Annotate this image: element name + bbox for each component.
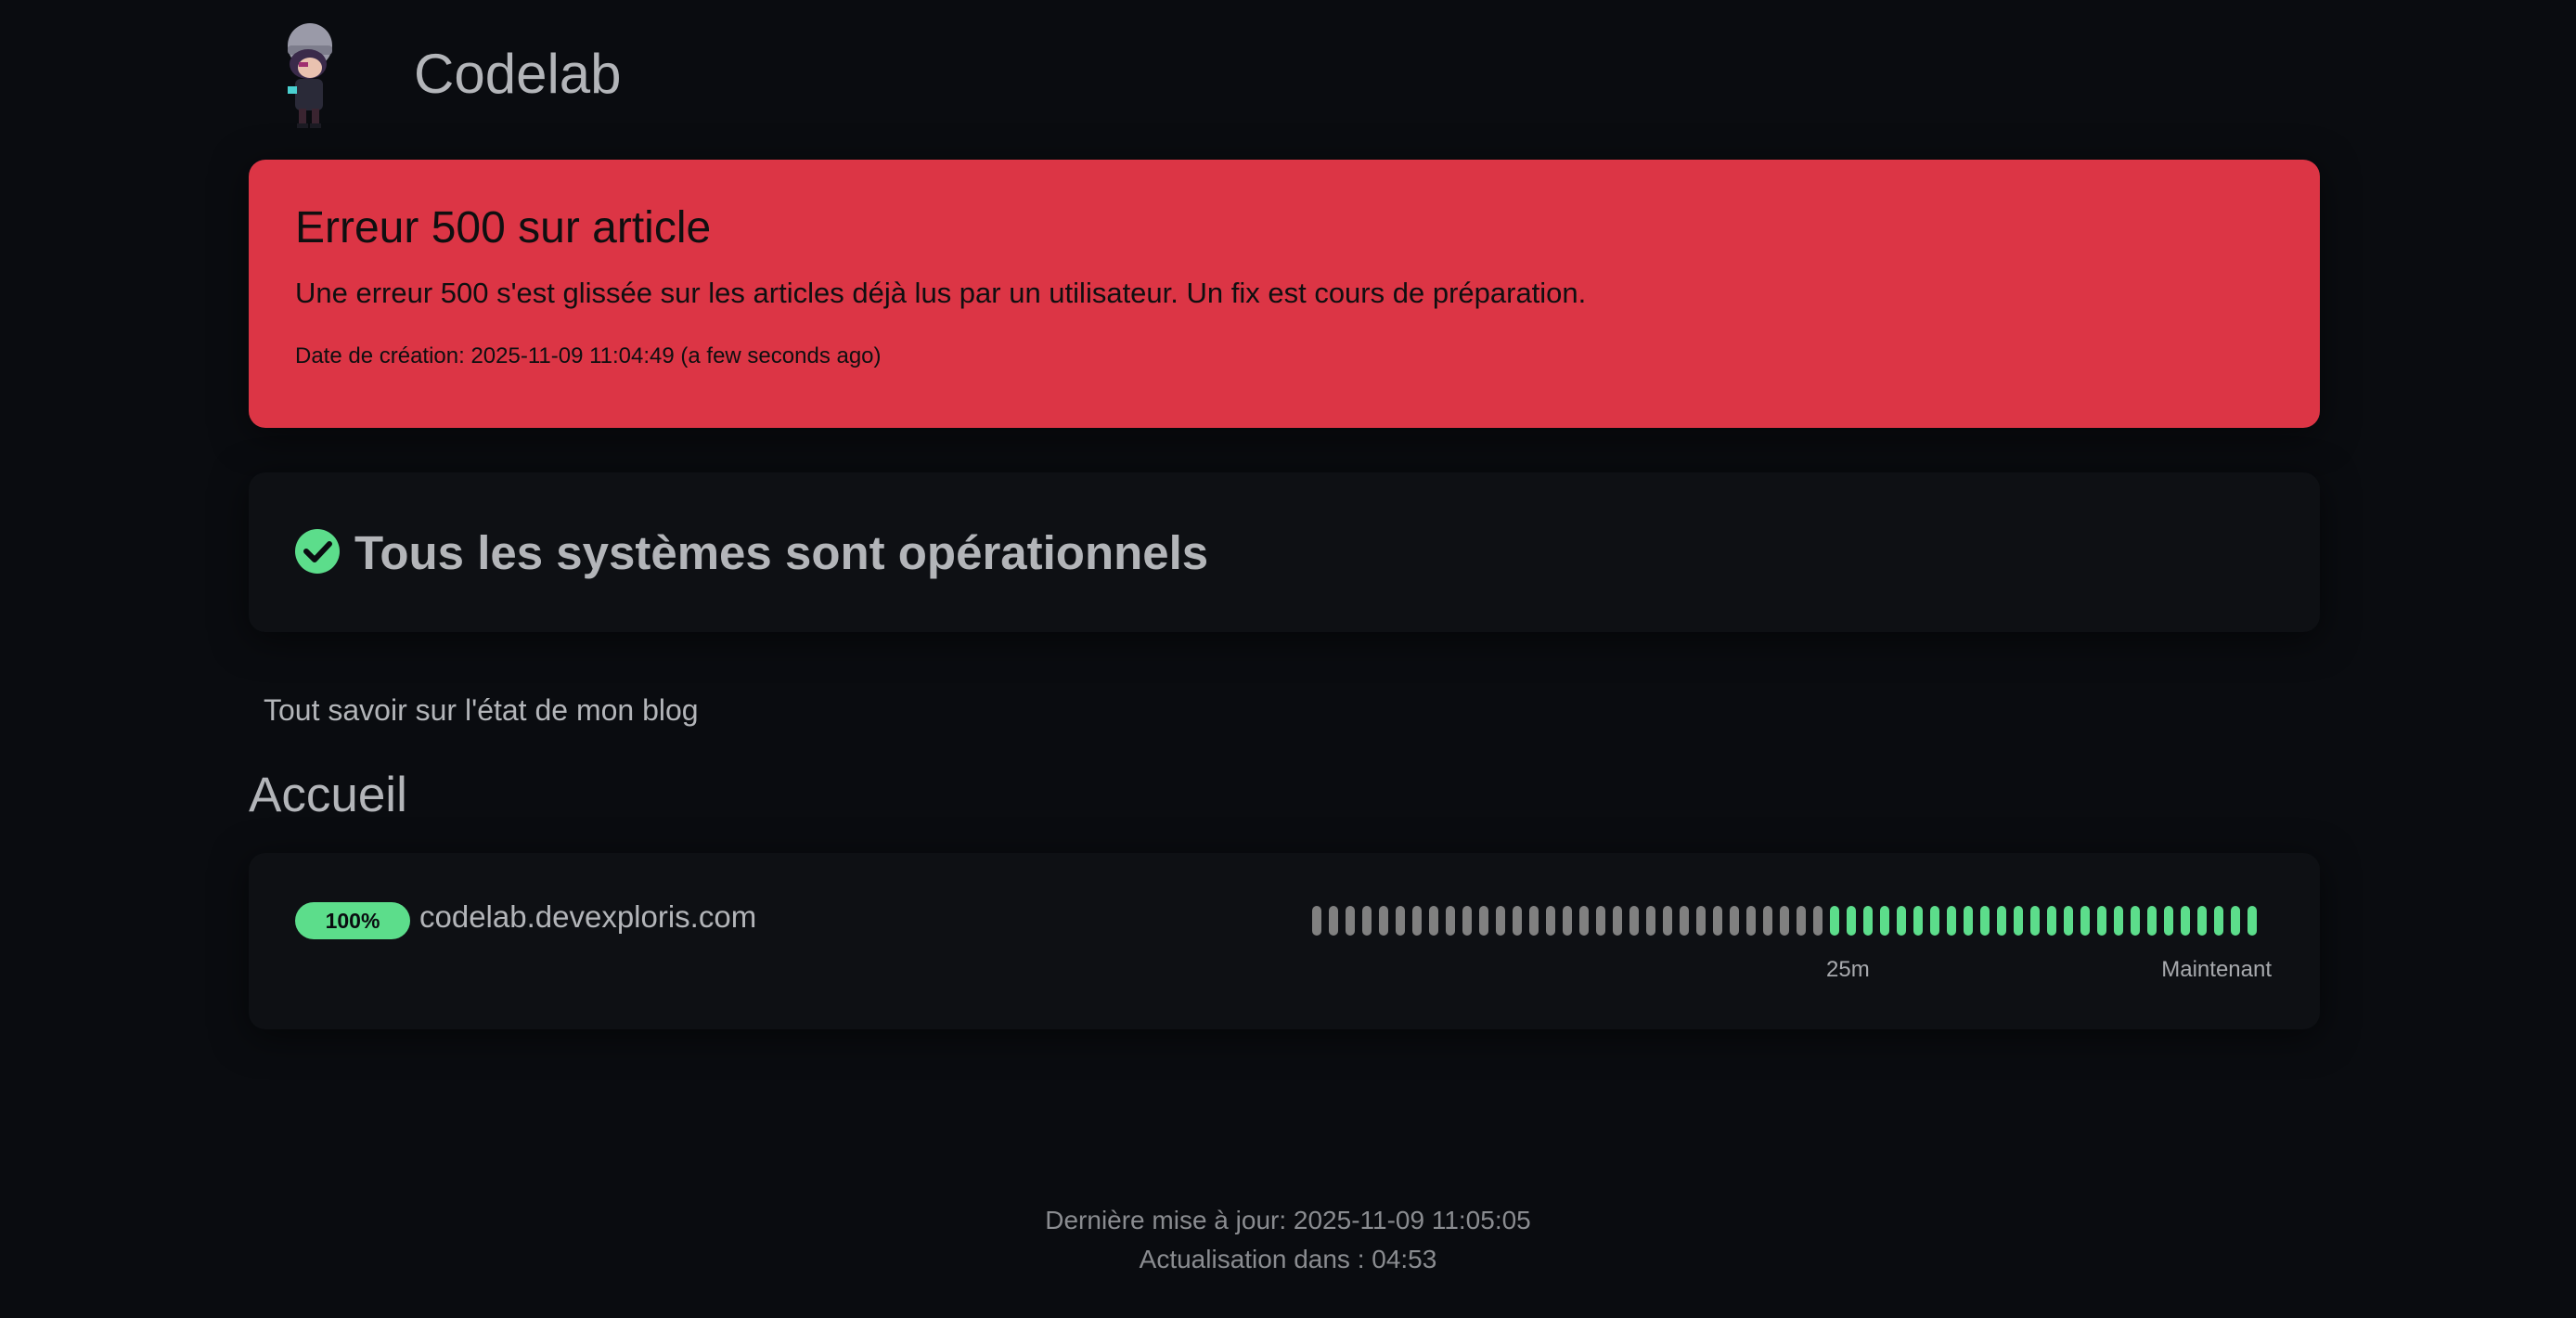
- heartbeat-empty: [1513, 906, 1522, 936]
- heartbeat-empty: [1412, 906, 1422, 936]
- heartbeat-up[interactable]: [1980, 906, 1990, 936]
- heartbeat-empty: [1730, 906, 1739, 936]
- heartbeat-empty: [1362, 906, 1372, 936]
- uptime-badge: 100%: [295, 902, 410, 939]
- logo: [288, 23, 332, 128]
- check-circle-icon: [295, 529, 340, 574]
- heartbeat-up[interactable]: [1880, 906, 1889, 936]
- heartbeat-empty: [1479, 906, 1488, 936]
- heartbeat-time-end: Maintenant: [2161, 957, 2272, 982]
- header: Codelab: [249, 0, 2320, 160]
- heartbeat-empty: [1329, 906, 1338, 936]
- overall-status-text: Tous les systèmes sont opérationnels: [354, 525, 1209, 579]
- heartbeat-up[interactable]: [2080, 906, 2090, 936]
- overall-status-card: Tous les systèmes sont opérationnels: [249, 472, 2320, 632]
- incident-title: Erreur 500 sur article: [295, 203, 712, 252]
- heartbeat-up[interactable]: [2181, 906, 2190, 936]
- heartbeat-empty: [1446, 906, 1455, 936]
- heartbeat-empty: [1563, 906, 1572, 936]
- refresh-countdown: Actualisation dans : 04:53: [1139, 1245, 1437, 1273]
- page-description: Tout savoir sur l'état de mon blog: [264, 693, 699, 727]
- heartbeat-up[interactable]: [2231, 906, 2240, 936]
- heartbeat-empty: [1579, 906, 1589, 936]
- heartbeat-up[interactable]: [1863, 906, 1873, 936]
- heartbeat-up[interactable]: [2197, 906, 2207, 936]
- heartbeat-time-start: 25m: [1826, 957, 1870, 982]
- heartbeat-empty: [1696, 906, 1706, 936]
- heartbeat-up[interactable]: [1830, 906, 1839, 936]
- heartbeat-empty: [1780, 906, 1789, 936]
- heartbeat-up[interactable]: [2131, 906, 2140, 936]
- heartbeat-up[interactable]: [2030, 906, 2040, 936]
- heartbeat-empty: [1529, 906, 1539, 936]
- monitor-card: 100% codelab.devexploris.com 25m Mainten…: [249, 853, 2320, 1029]
- heartbeat-empty: [1546, 906, 1555, 936]
- heartbeat-up[interactable]: [2147, 906, 2157, 936]
- app-title: Codelab: [414, 42, 622, 105]
- heartbeat-empty: [1596, 906, 1605, 936]
- heartbeat-empty: [1396, 906, 1405, 936]
- heartbeat-empty: [1813, 906, 1823, 936]
- heartbeat-up[interactable]: [2164, 906, 2173, 936]
- incident-banner: Erreur 500 sur article Une erreur 500 s'…: [249, 160, 2320, 428]
- status-page: Codelab Erreur 500 sur article Une erreu…: [249, 0, 2320, 1029]
- heartbeat-up[interactable]: [2114, 906, 2123, 936]
- heartbeat-empty: [1713, 906, 1722, 936]
- heartbeat-empty: [1613, 906, 1622, 936]
- heartbeat-empty: [1429, 906, 1438, 936]
- heartbeat-empty: [1629, 906, 1639, 936]
- heartbeat-empty: [1379, 906, 1388, 936]
- heartbeat-up[interactable]: [1897, 906, 1906, 936]
- heartbeat-empty: [1646, 906, 1655, 936]
- heartbeat-up[interactable]: [1964, 906, 1973, 936]
- heartbeat-up[interactable]: [1947, 906, 1956, 936]
- heartbeat-empty: [1746, 906, 1756, 936]
- heartbeat-empty: [1346, 906, 1355, 936]
- last-update: Dernière mise à jour: 2025-11-09 11:05:0…: [1045, 1206, 1531, 1234]
- monitor-name: codelab.devexploris.com: [419, 899, 757, 934]
- heartbeat-bar: [1312, 906, 2264, 936]
- heartbeat-up[interactable]: [1913, 906, 1923, 936]
- heartbeat-empty: [1663, 906, 1672, 936]
- heartbeat-up[interactable]: [1847, 906, 1856, 936]
- heartbeat-up[interactable]: [2248, 906, 2257, 936]
- heartbeat-empty: [1797, 906, 1806, 936]
- heartbeat-up[interactable]: [1997, 906, 2006, 936]
- footer: Dernière mise à jour: 2025-11-09 11:05:0…: [0, 1201, 2576, 1279]
- heartbeat-up[interactable]: [2014, 906, 2023, 936]
- heartbeat-empty: [1462, 906, 1472, 936]
- heartbeat-up[interactable]: [2047, 906, 2056, 936]
- heartbeat-up[interactable]: [2064, 906, 2073, 936]
- heartbeat-up[interactable]: [2214, 906, 2223, 936]
- heartbeat-empty: [1496, 906, 1505, 936]
- incident-date: Date de création: 2025-11-09 11:04:49 (a…: [295, 343, 882, 368]
- heartbeat-empty: [1763, 906, 1772, 936]
- incident-body: Une erreur 500 s'est glissée sur les art…: [295, 277, 1587, 309]
- heartbeat-empty: [1312, 906, 1321, 936]
- heartbeat-up[interactable]: [2097, 906, 2106, 936]
- heartbeat-empty: [1680, 906, 1689, 936]
- group-title: Accueil: [249, 768, 407, 822]
- heartbeat-up[interactable]: [1930, 906, 1939, 936]
